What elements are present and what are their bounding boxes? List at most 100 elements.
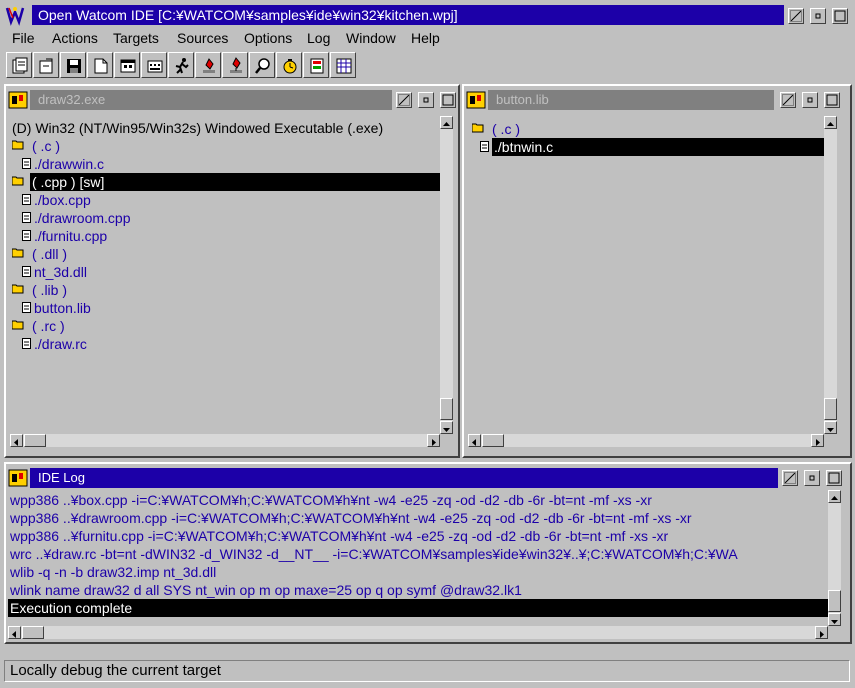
list-item[interactable]: ( .c ) (490, 120, 522, 138)
log-line-selected: Execution complete (8, 599, 828, 617)
ide-log-window[interactable]: IDE Log wpp386 ..¥box.cpp -i=C:¥WATCOM¥h… (4, 462, 852, 644)
minimize-button[interactable] (810, 8, 826, 24)
open-project-icon (39, 58, 53, 74)
new-project-button[interactable] (6, 52, 32, 78)
buttonlib-maximize-button[interactable] (824, 92, 840, 108)
arrow-right-icon (820, 631, 824, 638)
scroll-thumb[interactable] (824, 398, 837, 420)
arrow-down-icon (827, 428, 834, 432)
scroll-thumb[interactable] (828, 590, 841, 612)
menu-targets[interactable]: Targets (113, 28, 159, 48)
menu-sources[interactable]: Sources (177, 28, 228, 48)
scroll-down-button[interactable] (828, 613, 841, 626)
menu-log[interactable]: Log (307, 28, 330, 48)
minimize-icon (815, 13, 821, 19)
make-target-button[interactable] (114, 52, 140, 78)
arrow-right-icon (432, 439, 436, 446)
list-item[interactable]: ./draw.rc (34, 335, 87, 353)
menu-help[interactable]: Help (411, 28, 440, 48)
new-source-button[interactable] (87, 52, 113, 78)
menu-file[interactable]: File (12, 28, 35, 48)
idelog-restore-button[interactable] (782, 470, 798, 486)
ide-log-title: IDE Log (30, 468, 778, 488)
ide-log-output[interactable]: wpp386 ..¥box.cpp -i=C:¥WATCOM¥h;C:¥WATC… (8, 490, 828, 626)
resource-editor-button[interactable] (330, 52, 356, 78)
scroll-left-button[interactable] (10, 434, 23, 447)
list-item[interactable]: button.lib (34, 299, 91, 317)
list-item[interactable]: ./drawroom.cpp (34, 209, 130, 227)
list-item[interactable]: ( .dll ) (30, 245, 69, 263)
scroll-right-button[interactable] (811, 434, 824, 447)
scroll-left-button[interactable] (468, 434, 481, 447)
list-item[interactable]: nt_3d.dll (34, 263, 87, 281)
list-item-selected[interactable]: ( .cpp ) [sw] (30, 173, 440, 191)
save-button[interactable] (60, 52, 86, 78)
idelog-horizontal-scrollbar[interactable] (8, 626, 828, 639)
maximize-button[interactable] (832, 8, 848, 24)
buttonlib-horizontal-scrollbar[interactable] (468, 434, 824, 447)
scroll-up-button[interactable] (440, 116, 453, 129)
draw32-restore-button[interactable] (396, 92, 412, 108)
watcom-app-icon[interactable] (4, 4, 26, 26)
draw32-vertical-scrollbar[interactable] (440, 116, 453, 434)
draw32-minimize-button[interactable] (418, 92, 434, 108)
list-item[interactable]: ./drawwin.c (34, 155, 104, 173)
debug-button[interactable] (195, 52, 221, 78)
restore-button[interactable] (788, 8, 804, 24)
target-header: (D) Win32 (NT/Win95/Win32s) Windowed Exe… (12, 120, 384, 136)
arrow-down-icon (831, 620, 838, 624)
scroll-thumb[interactable] (22, 626, 44, 639)
arrow-down-icon (443, 428, 450, 432)
buttonlib-source-list[interactable]: ( .c ) ./btnwin.c (468, 116, 824, 434)
list-item[interactable]: ./box.cpp (34, 191, 91, 209)
make-all-button[interactable] (141, 52, 167, 78)
open-project-button[interactable] (33, 52, 59, 78)
folder-icon (12, 248, 24, 258)
scroll-right-button[interactable] (815, 626, 828, 639)
minimize-icon (807, 97, 813, 103)
idelog-maximize-button[interactable] (826, 470, 842, 486)
browse-button[interactable] (249, 52, 275, 78)
scroll-down-button[interactable] (824, 421, 837, 434)
folder-icon (472, 123, 484, 133)
restore-icon (782, 94, 794, 106)
menu-options[interactable]: Options (244, 28, 292, 48)
buttonlib-minimize-button[interactable] (802, 92, 818, 108)
log-line: wlib -q -n -b draw32.imp nt_3d.dll (10, 564, 217, 580)
scroll-down-button[interactable] (440, 421, 453, 434)
debug-icon (203, 58, 215, 73)
scroll-right-button[interactable] (427, 434, 440, 447)
list-item[interactable]: ( .rc ) (30, 317, 67, 335)
list-item-selected[interactable]: ./btnwin.c (492, 138, 824, 156)
list-item[interactable]: ./furnitu.cpp (34, 227, 107, 245)
idelog-vertical-scrollbar[interactable] (828, 490, 841, 626)
list-item[interactable]: ( .lib ) (30, 281, 69, 299)
menu-actions[interactable]: Actions (52, 28, 98, 48)
scroll-thumb[interactable] (482, 434, 504, 447)
profile-button[interactable] (276, 52, 302, 78)
draw32-horizontal-scrollbar[interactable] (10, 434, 440, 447)
title-bar[interactable]: Open Watcom IDE [C:¥WATCOM¥samples¥ide¥w… (0, 0, 855, 30)
scroll-thumb[interactable] (24, 434, 46, 447)
buttonlib-window[interactable]: button.lib ( .c ) ./btnwin.c (462, 84, 852, 458)
arrow-left-icon (14, 439, 18, 446)
file-icon (22, 230, 31, 241)
run-icon (175, 58, 189, 74)
list-item[interactable]: ( .c ) (30, 137, 62, 155)
menu-window[interactable]: Window (346, 28, 396, 48)
draw32-window[interactable]: draw32.exe (D) Win32 (NT/Win95/Win32s) W… (4, 84, 460, 458)
draw32-maximize-button[interactable] (440, 92, 456, 108)
arrow-up-icon (827, 122, 834, 126)
buttonlib-vertical-scrollbar[interactable] (824, 116, 837, 434)
scroll-up-button[interactable] (828, 490, 841, 503)
run-button[interactable] (168, 52, 194, 78)
scroll-up-button[interactable] (824, 116, 837, 129)
scroll-left-button[interactable] (8, 626, 21, 639)
scroll-thumb[interactable] (440, 398, 453, 420)
draw32-source-list[interactable]: (D) Win32 (NT/Win95/Win32s) Windowed Exe… (10, 116, 440, 434)
restore-icon (398, 94, 410, 106)
buttonlib-restore-button[interactable] (780, 92, 796, 108)
edit-button[interactable] (303, 52, 329, 78)
idelog-minimize-button[interactable] (804, 470, 820, 486)
remote-debug-button[interactable] (222, 52, 248, 78)
